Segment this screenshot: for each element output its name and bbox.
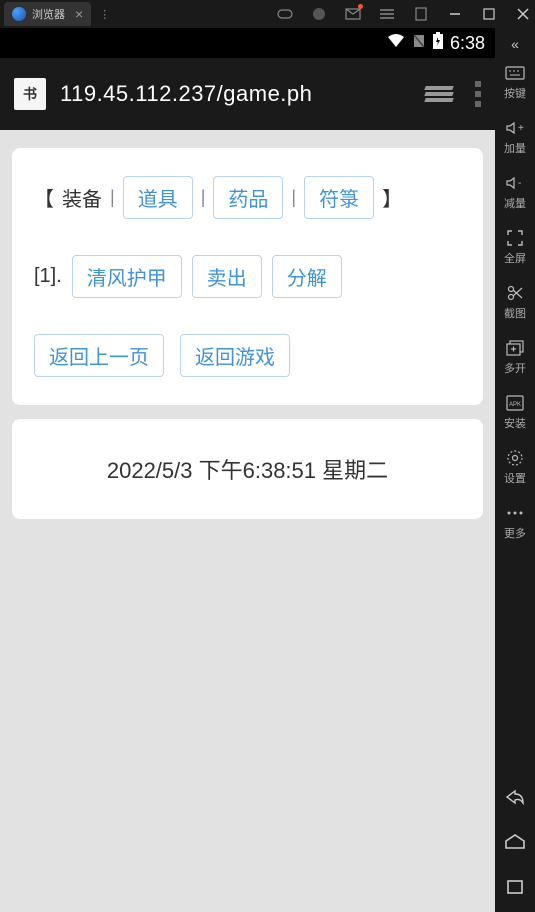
nav-buttons bbox=[504, 789, 526, 912]
minimize-icon[interactable] bbox=[447, 6, 463, 22]
bracket-close: 】 bbox=[382, 183, 402, 212]
side-keys[interactable]: 按键 bbox=[495, 56, 535, 111]
maximize-icon[interactable] bbox=[481, 6, 497, 22]
tab-menu-icon[interactable]: ⋮ bbox=[99, 8, 110, 21]
browser-tab[interactable]: 浏览器 × bbox=[4, 2, 91, 26]
item-index: [1]. bbox=[34, 265, 62, 288]
device-icon[interactable] bbox=[413, 6, 429, 22]
side-label: 全屏 bbox=[504, 250, 526, 266]
timestamp-panel: 2022/5/3 下午6:38:51 星期二 bbox=[12, 419, 483, 519]
menu-lines-icon[interactable] bbox=[379, 6, 395, 22]
multi-instance-icon bbox=[505, 339, 525, 357]
browser-menu-icon[interactable] bbox=[475, 81, 481, 107]
timestamp-text: 2022/5/3 下午6:38:51 星期二 bbox=[34, 447, 461, 491]
side-label: 多开 bbox=[504, 360, 526, 376]
volume-up-icon: + bbox=[505, 119, 525, 137]
status-time: 6:38 bbox=[450, 33, 485, 54]
return-game-btn[interactable]: 返回游戏 bbox=[180, 334, 290, 377]
side-label: 减量 bbox=[504, 195, 526, 211]
site-favicon: 书 bbox=[14, 78, 46, 110]
back-btn[interactable]: 返回上一页 bbox=[34, 334, 164, 377]
android-back-icon[interactable] bbox=[505, 789, 525, 810]
side-voldown[interactable]: - 减量 bbox=[495, 166, 535, 221]
side-volup[interactable]: + 加量 bbox=[495, 111, 535, 166]
phone-screen: 6:38 书 119.45.112.237/game.ph 【装备| 道具 | bbox=[0, 28, 495, 912]
side-label: 按键 bbox=[504, 85, 526, 101]
tab-title: 浏览器 bbox=[32, 6, 65, 22]
side-more[interactable]: 更多 bbox=[495, 496, 535, 551]
page-content: 【装备| 道具 | 药品 | 符箓 】 [1]. 清风护甲 卖出 分解 bbox=[0, 130, 495, 912]
side-label: 截图 bbox=[504, 305, 526, 321]
apk-icon: APK bbox=[505, 394, 525, 412]
android-status-bar: 6:38 bbox=[0, 28, 495, 58]
close-window-icon[interactable] bbox=[515, 6, 531, 22]
side-label: 更多 bbox=[504, 525, 526, 541]
scissors-icon bbox=[505, 284, 525, 302]
category-btn-0[interactable]: 道具 bbox=[123, 176, 193, 219]
side-install[interactable]: APK 安装 bbox=[495, 386, 535, 441]
gamepad-icon[interactable] bbox=[277, 6, 293, 22]
category-btn-2[interactable]: 符箓 bbox=[304, 176, 374, 219]
category-row: 【装备| 道具 | 药品 | 符箓 】 bbox=[34, 176, 461, 219]
user-icon[interactable] bbox=[311, 6, 327, 22]
bracket-open: 【 bbox=[34, 183, 54, 212]
nav-row: 返回上一页 返回游戏 bbox=[34, 334, 461, 377]
url-text[interactable]: 119.45.112.237/game.ph bbox=[60, 81, 411, 107]
wifi-icon bbox=[386, 33, 406, 54]
android-home-icon[interactable] bbox=[504, 834, 526, 855]
side-label: 安装 bbox=[504, 415, 526, 431]
side-screenshot[interactable]: 截图 bbox=[495, 276, 535, 331]
emulator-sidebar: « 按键 + 加量 - 减量 全屏 截图 多开 APK 安装 bbox=[495, 28, 535, 912]
volume-down-icon: - bbox=[505, 174, 525, 192]
side-fullscreen[interactable]: 全屏 bbox=[495, 221, 535, 276]
mail-icon[interactable] bbox=[345, 6, 361, 22]
svg-text:-: - bbox=[518, 178, 521, 189]
game-panel: 【装备| 道具 | 药品 | 符箓 】 [1]. 清风护甲 卖出 分解 bbox=[12, 148, 483, 405]
tabs-icon[interactable] bbox=[425, 86, 453, 102]
side-label: 设置 bbox=[504, 470, 526, 486]
item-name-btn[interactable]: 清风护甲 bbox=[72, 255, 182, 298]
gear-icon bbox=[505, 449, 525, 467]
item-row: [1]. 清风护甲 卖出 分解 bbox=[34, 255, 461, 298]
battery-icon bbox=[432, 32, 444, 55]
browser-url-bar: 书 119.45.112.237/game.ph bbox=[0, 58, 495, 130]
sell-btn[interactable]: 卖出 bbox=[192, 255, 262, 298]
android-recent-icon[interactable] bbox=[506, 879, 524, 900]
svg-text:+: + bbox=[518, 123, 524, 134]
close-tab-icon[interactable]: × bbox=[75, 6, 83, 22]
side-multi[interactable]: 多开 bbox=[495, 331, 535, 386]
browser-tab-icon bbox=[12, 7, 26, 21]
svg-text:APK: APK bbox=[509, 402, 521, 408]
side-label: 加量 bbox=[504, 140, 526, 156]
sim-icon bbox=[412, 33, 426, 54]
side-settings[interactable]: 设置 bbox=[495, 441, 535, 496]
window-titlebar: 浏览器 × ⋮ bbox=[0, 0, 535, 28]
decompose-btn[interactable]: 分解 bbox=[272, 255, 342, 298]
category-btn-1[interactable]: 药品 bbox=[213, 176, 283, 219]
keyboard-icon bbox=[505, 64, 525, 82]
collapse-sidebar-icon[interactable]: « bbox=[495, 32, 535, 56]
category-header: 装备 bbox=[62, 183, 102, 212]
more-icon bbox=[505, 504, 525, 522]
titlebar-controls bbox=[277, 6, 531, 22]
fullscreen-icon bbox=[505, 229, 525, 247]
